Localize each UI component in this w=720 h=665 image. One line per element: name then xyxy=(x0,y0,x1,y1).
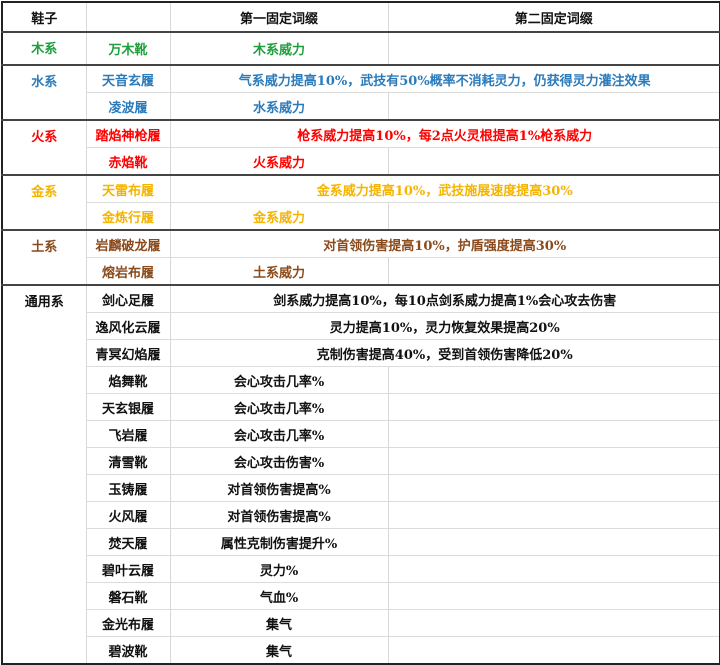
first-affix: 会心攻击伤害% xyxy=(169,447,389,475)
first-affix: 灵力% xyxy=(169,555,389,583)
table-row: 碧叶云履 灵力% xyxy=(2,555,720,583)
second-affix xyxy=(387,393,720,421)
table-row: 通用系 剑心足履 剑系威力提高10%，每10点剑系威力提高1%会心攻去伤害 xyxy=(1,284,720,665)
boot-name: 焚天履 xyxy=(85,528,171,556)
table-row: 金炼行履 金系威力 xyxy=(2,202,720,231)
first-affix: 金系威力 xyxy=(169,202,389,231)
boot-name: 焰舞靴 xyxy=(85,366,171,394)
table-row: 熔岩布履 土系威力 xyxy=(2,257,720,286)
table-row: 磐石靴 气血% xyxy=(2,582,720,610)
group-label: 水系 xyxy=(1,64,87,121)
first-affix: 灵力提高10%，灵力恢复效果提高20% xyxy=(169,312,720,340)
boot-name: 熔岩布履 xyxy=(85,257,171,286)
boot-name: 玉铸履 xyxy=(85,474,171,502)
second-affix xyxy=(387,447,720,475)
table-row: 赤焰靴 火系威力 xyxy=(2,147,720,176)
second-affix xyxy=(387,202,720,231)
first-affix: 对首领伤害提高% xyxy=(169,474,389,502)
boot-name: 逸风化云履 xyxy=(85,312,171,340)
first-affix: 金系威力提高10%，武技施展速度提高30% xyxy=(169,174,720,203)
boot-name: 天音玄履 xyxy=(85,64,171,93)
table-row: 逸风化云履 灵力提高10%，灵力恢复效果提高20% xyxy=(2,312,720,340)
boot-name: 岩麟破龙履 xyxy=(85,229,171,258)
header-boots: 鞋子 xyxy=(1,1,87,33)
table-row: 天玄银履 会心攻击几率% xyxy=(2,393,720,421)
boot-name: 磐石靴 xyxy=(85,582,171,610)
header-first-affix: 第一固定词缀 xyxy=(169,1,389,33)
second-affix xyxy=(387,257,720,286)
header-name xyxy=(85,1,171,33)
first-affix: 会心攻击几率% xyxy=(169,366,389,394)
first-affix: 克制伤害提高40%，受到首领伤害降低20% xyxy=(169,339,720,367)
second-affix xyxy=(387,501,720,529)
first-affix: 对首领伤害提高% xyxy=(169,501,389,529)
second-affix xyxy=(387,147,720,176)
table-row: 土系 岩麟破龙履 对首领伤害提高10%，护盾强度提高30% xyxy=(1,229,720,286)
first-affix: 会心攻击几率% xyxy=(169,420,389,448)
boot-name: 清雪靴 xyxy=(85,447,171,475)
first-affix: 枪系威力提高10%，每2点火灵根提高1%枪系威力 xyxy=(169,119,720,148)
table-body: 木系 万木靴 木系威力 水系 天音玄履 气系威力提高10%，武技有50%概率不消耗灵力，仍… xyxy=(1,31,720,665)
first-affix: 水系威力 xyxy=(169,92,389,121)
second-affix xyxy=(387,582,720,610)
group-label: 木系 xyxy=(1,31,87,66)
table-row: 焰舞靴 会心攻击几率% xyxy=(2,366,720,394)
first-affix: 气系威力提高10%，武技有50%概率不消耗灵力，仍获得灵力灌注效果 xyxy=(169,64,720,93)
second-affix xyxy=(387,92,720,121)
group-label: 金系 xyxy=(1,174,87,231)
first-affix: 对首领伤害提高10%，护盾强度提高30% xyxy=(169,229,720,258)
boot-name: 剑心足履 xyxy=(85,284,171,313)
table-row: 火系 踏焰神枪履 枪系威力提高10%，每2点火灵根提高1%枪系威力 xyxy=(1,119,720,176)
second-affix xyxy=(387,420,720,448)
boot-name: 金光布履 xyxy=(85,609,171,637)
table-row: 火风履 对首领伤害提高% xyxy=(2,501,720,529)
boot-name: 青冥幻焰履 xyxy=(85,339,171,367)
boot-name: 碧波靴 xyxy=(85,636,171,665)
second-affix xyxy=(387,555,720,583)
second-affix xyxy=(387,31,720,66)
second-affix xyxy=(387,366,720,394)
table-row: 金光布履 集气 xyxy=(2,609,720,637)
second-affix xyxy=(387,474,720,502)
first-affix: 火系威力 xyxy=(169,147,389,176)
first-affix: 木系威力 xyxy=(169,31,389,66)
first-affix: 会心攻击几率% xyxy=(169,393,389,421)
group-label: 通用系 xyxy=(1,284,87,665)
first-affix: 集气 xyxy=(169,636,389,665)
table-row: 碧波靴 集气 xyxy=(2,636,720,665)
table-row: 金系 天雷布履 金系威力提高10%，武技施展速度提高30% xyxy=(1,174,720,231)
first-affix: 属性克制伤害提升% xyxy=(169,528,389,556)
boot-name: 飞岩履 xyxy=(85,420,171,448)
second-affix xyxy=(387,609,720,637)
boots-affix-table: 鞋子 第一固定词缀 第二固定词缀 木系 万木靴 木系威力 水系 天音玄履 气系威力提高10… xyxy=(1,1,720,665)
boot-name: 凌波履 xyxy=(85,92,171,121)
second-affix xyxy=(387,636,720,665)
first-affix: 气血% xyxy=(169,582,389,610)
table-row: 焚天履 属性克制伤害提升% xyxy=(2,528,720,556)
table-row: 凌波履 水系威力 xyxy=(2,92,720,121)
boot-name: 天雷布履 xyxy=(85,174,171,203)
first-affix: 土系威力 xyxy=(169,257,389,286)
table-row: 水系 天音玄履 气系威力提高10%，武技有50%概率不消耗灵力，仍获得灵力灌注效果 xyxy=(1,64,720,121)
boot-name: 万木靴 xyxy=(85,31,171,66)
table-row: 青冥幻焰履 克制伤害提高40%，受到首领伤害降低20% xyxy=(2,339,720,367)
table-row: 飞岩履 会心攻击几率% xyxy=(2,420,720,448)
table-row: 清雪靴 会心攻击伤害% xyxy=(2,447,720,475)
table-row: 玉铸履 对首领伤害提高% xyxy=(2,474,720,502)
boot-name: 火风履 xyxy=(85,501,171,529)
boot-name: 赤焰靴 xyxy=(85,147,171,176)
header-second-affix: 第二固定词缀 xyxy=(387,1,720,33)
group-label: 火系 xyxy=(1,119,87,176)
boot-name: 天玄银履 xyxy=(85,393,171,421)
table-row: 木系 万木靴 木系威力 xyxy=(1,31,720,66)
first-affix: 剑系威力提高10%，每10点剑系威力提高1%会心攻去伤害 xyxy=(169,284,720,313)
second-affix xyxy=(387,528,720,556)
boot-name: 踏焰神枪履 xyxy=(85,119,171,148)
first-affix: 集气 xyxy=(169,609,389,637)
boot-name: 碧叶云履 xyxy=(85,555,171,583)
group-label: 土系 xyxy=(1,229,87,286)
boot-name: 金炼行履 xyxy=(85,202,171,231)
header-row: 鞋子 第一固定词缀 第二固定词缀 xyxy=(1,1,720,33)
